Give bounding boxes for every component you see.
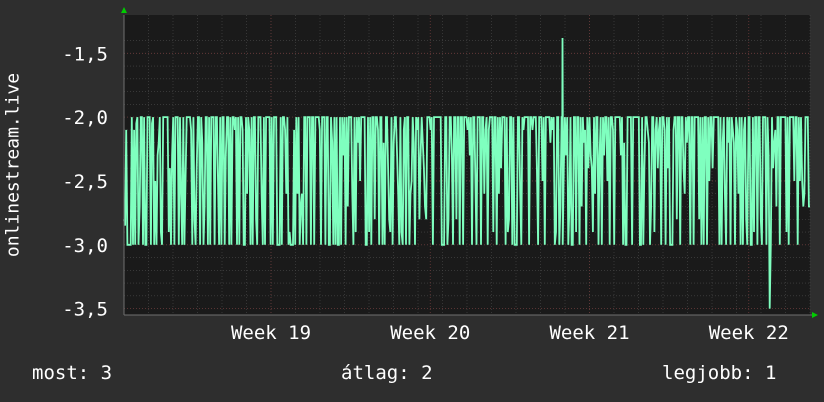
x-tick-label: Week 21 <box>549 322 629 344</box>
x-tick-label: Week 22 <box>709 322 789 344</box>
y-axis-arrow-icon <box>121 7 127 13</box>
y-tick-labels: -1,5 -2,0 -2,5 -3,0 -3,5 <box>62 43 108 320</box>
y-tick-label: -2,0 <box>62 107 108 129</box>
legend-current: most: 3 <box>32 362 113 384</box>
y-axis-label: onlinestream.live <box>2 72 24 258</box>
x-tick-label: Week 20 <box>390 322 470 344</box>
legend-average: átlag: 2 <box>341 362 433 384</box>
y-tick-label: -3,0 <box>62 235 108 257</box>
chart-svg: -1,5-2,0-2,5-3,0-3,5 Week 19 Week 20 Week … <box>62 7 818 344</box>
y-tick-label: -1,5 <box>62 43 108 65</box>
y-tick-label: -2,5 <box>62 171 108 193</box>
y-tick-label: -3,5 <box>62 299 108 321</box>
legend-best: legjobb: 1 <box>662 362 777 384</box>
x-axis-arrow-icon <box>812 312 818 318</box>
x-tick-label: Week 19 <box>231 322 311 344</box>
x-tick-labels: Week 19 Week 20 Week 21 Week 22 <box>231 322 789 344</box>
